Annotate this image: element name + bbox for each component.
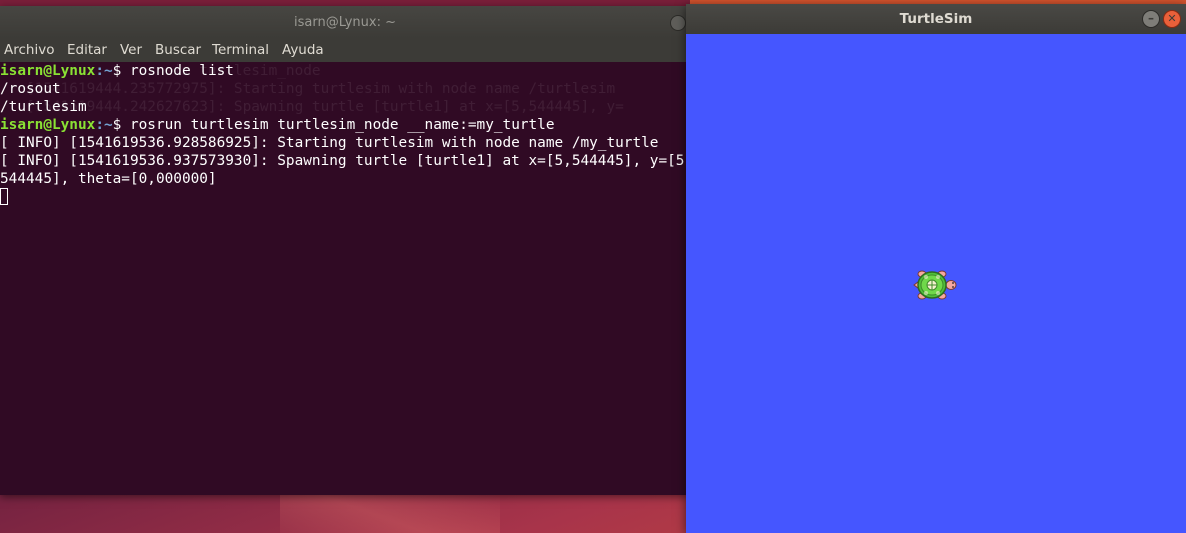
minimize-button[interactable]: – [1142, 10, 1160, 28]
prompt-user: isarn@Lynux [0, 63, 96, 79]
prompt-path: :~ [95, 117, 113, 133]
terminal-output-line: 544445], theta=[0,000000] [0, 171, 217, 187]
close-icon: ✕ [1167, 12, 1177, 25]
terminal-window[interactable]: isarn@Lynux: ~ Archivo Editar Ver Buscar… [0, 6, 690, 495]
terminal-output-line: [ INFO] [1541619536.928586925]: Starting… [0, 135, 659, 151]
minimize-icon: – [1148, 11, 1154, 25]
prompt-symbol: $ [112, 63, 122, 79]
turtle-icon [913, 270, 957, 300]
terminal-command-line: isarn@Lynux:~$ rosnode list [0, 62, 234, 80]
menu-buscar[interactable]: Buscar [155, 42, 201, 58]
menu-archivo[interactable]: Archivo [4, 42, 54, 58]
menu-ayuda[interactable]: Ayuda [282, 42, 324, 58]
terminal-cursor [0, 188, 8, 205]
terminal-minimize-button[interactable] [670, 15, 686, 31]
close-button[interactable]: ✕ [1163, 10, 1181, 28]
terminal-output-line: /turtlesim [0, 99, 87, 115]
terminal-command-line: isarn@Lynux:~$ rosrun turtlesim turtlesi… [0, 116, 555, 134]
terminal-content[interactable]: sim turtlesim_node [1541619444.235772975… [0, 62, 690, 495]
prompt-path: :~ [95, 63, 113, 79]
wallpaper-streak [280, 490, 500, 533]
terminal-title: isarn@Lynux: ~ [293, 15, 397, 30]
turtlesim-window[interactable]: TurtleSim – ✕ [686, 4, 1186, 533]
menu-ver[interactable]: Ver [120, 42, 142, 58]
terminal-menubar: Archivo Editar Ver Buscar Terminal Ayuda [0, 38, 690, 62]
ghost-line: [1541619444.242627623]: Spawning turtle … [0, 99, 624, 115]
menu-terminal[interactable]: Terminal [212, 42, 269, 58]
prompt-symbol: $ [112, 117, 122, 133]
terminal-output-line: /rosout [0, 81, 61, 97]
ghost-line: [1541619444.235772975]: Starting turtles… [0, 81, 616, 97]
prompt-user: isarn@Lynux [0, 117, 96, 133]
turtlesim-canvas [686, 34, 1186, 533]
terminal-titlebar[interactable]: isarn@Lynux: ~ [0, 6, 690, 38]
command-text: rosnode list [121, 63, 234, 79]
turtlesim-titlebar[interactable]: TurtleSim – ✕ [686, 4, 1186, 34]
terminal-output-line: [ INFO] [1541619536.937573930]: Spawning… [0, 153, 690, 169]
command-text: rosrun turtlesim turtlesim_node __name:=… [121, 117, 555, 133]
turtlesim-title: TurtleSim [899, 11, 973, 27]
menu-editar[interactable]: Editar [67, 42, 107, 58]
